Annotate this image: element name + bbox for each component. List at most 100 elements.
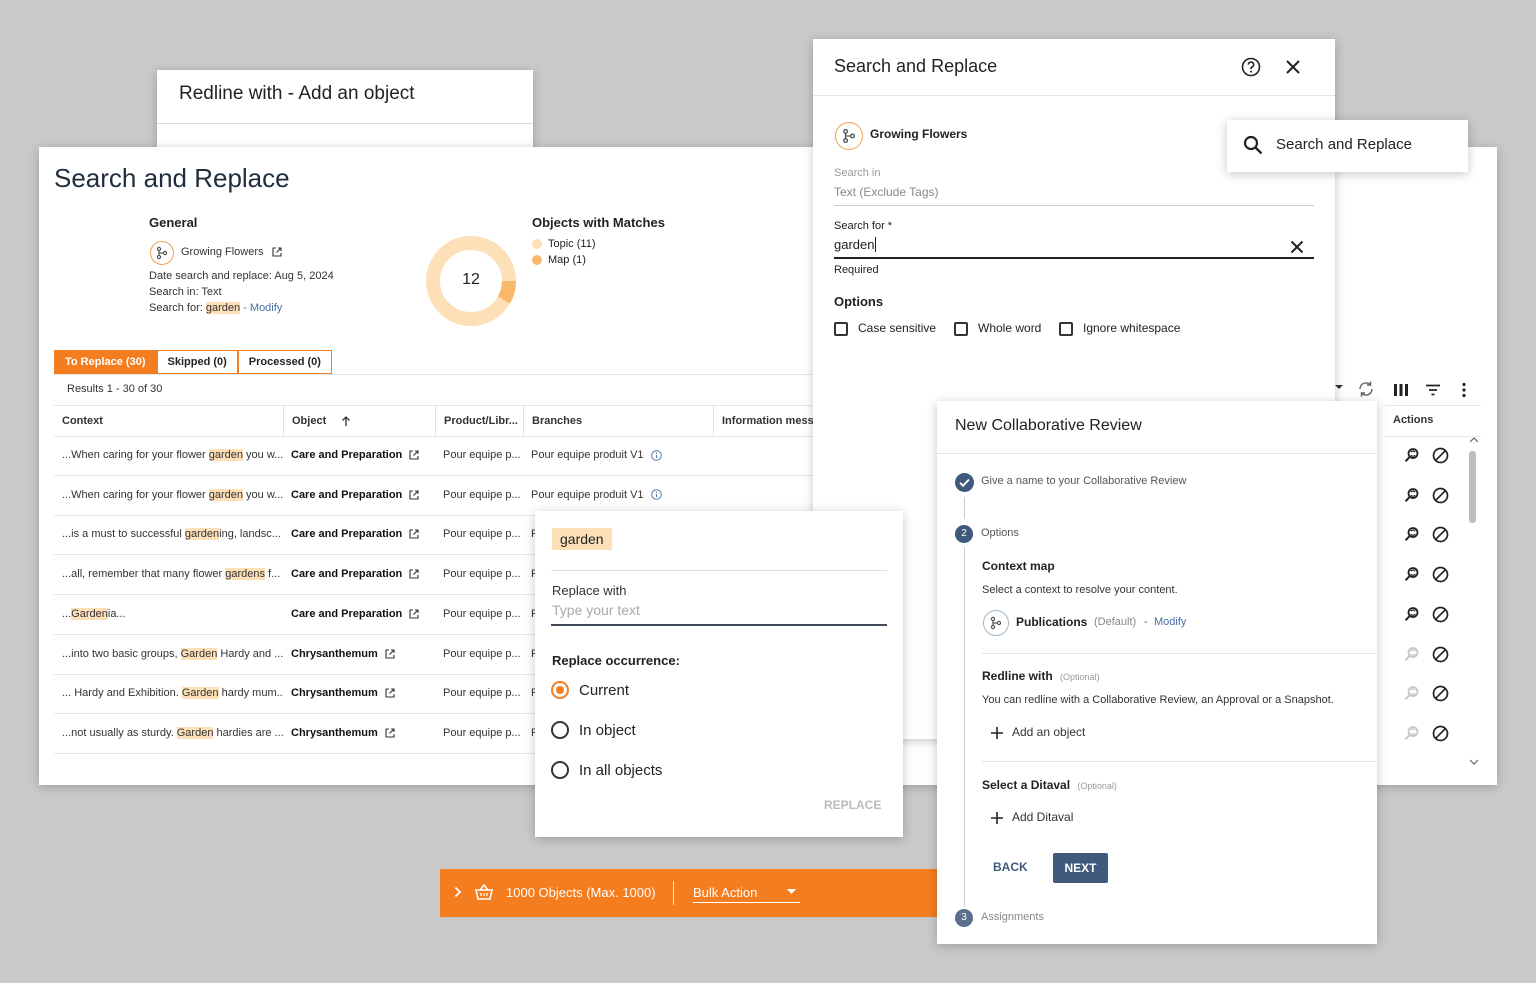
bulk-action-select[interactable]: Bulk Action (693, 885, 800, 903)
scroll-up-icon[interactable] (1470, 437, 1478, 443)
step3-label[interactable]: Assignments (981, 911, 1044, 923)
replace-button[interactable]: REPLACE (824, 798, 881, 812)
modify-link[interactable]: Modify (1154, 616, 1186, 628)
option-ignore-whitespace[interactable]: Ignore whitespace (1059, 321, 1180, 336)
chevron-right-icon[interactable] (454, 886, 462, 898)
find-replace-icon[interactable] (1404, 447, 1420, 463)
more-vertical-icon[interactable] (1461, 382, 1467, 398)
filter-icon[interactable] (1425, 384, 1441, 396)
dropdown-caret-icon[interactable] (1335, 383, 1343, 391)
object-link[interactable]: Care and Preparation (291, 489, 402, 501)
find-replace-icon[interactable] (1404, 526, 1420, 542)
info-icon[interactable] (650, 489, 662, 501)
object-cell[interactable]: Care and Preparation (283, 476, 435, 515)
column-branches[interactable]: Branches (523, 406, 713, 436)
find-replace-icon[interactable] (1404, 725, 1420, 741)
tab-skipped[interactable]: Skipped (0) (156, 350, 238, 374)
object-cell[interactable]: Care and Preparation (283, 436, 435, 475)
scroll-down-icon[interactable] (1470, 759, 1478, 765)
publication-name[interactable]: Growing Flowers (181, 246, 282, 258)
skip-icon[interactable] (1432, 646, 1449, 663)
sort-ascending-icon[interactable] (341, 415, 351, 427)
option-label: Ignore whitespace (1083, 321, 1181, 335)
table-row[interactable]: ...When caring for your flower garden yo… (54, 476, 844, 516)
column-context[interactable]: Context (54, 406, 283, 436)
external-link-icon[interactable] (409, 529, 419, 540)
find-replace-icon[interactable] (1404, 685, 1420, 701)
skip-icon[interactable] (1432, 725, 1449, 742)
checkbox[interactable] (1059, 321, 1073, 336)
replace-with-input[interactable]: Type your text (552, 602, 886, 624)
external-link-icon[interactable] (385, 649, 395, 659)
object-cell[interactable]: Care and Preparation (283, 555, 435, 594)
option-whole-word[interactable]: Whole word (954, 321, 1041, 336)
back-button[interactable]: BACK (993, 860, 1028, 874)
external-link-icon[interactable] (409, 490, 419, 500)
object-link[interactable]: Care and Preparation (291, 568, 402, 580)
product-cell: Pour equipe p... (443, 647, 521, 660)
object-link[interactable]: Care and Preparation (291, 608, 402, 620)
object-cell[interactable]: Chrysanthemum (283, 635, 435, 674)
object-cell[interactable]: Care and Preparation (283, 595, 435, 634)
object-link[interactable]: Care and Preparation (291, 449, 402, 461)
skip-icon[interactable] (1432, 566, 1449, 583)
object-cell[interactable]: Chrysanthemum (283, 714, 435, 753)
option-case-sensitive[interactable]: Case sensitive (834, 321, 936, 336)
object-link[interactable]: Chrysanthemum (291, 648, 378, 660)
search-icon (1243, 135, 1263, 155)
radio-button[interactable] (551, 681, 569, 699)
search-for-input[interactable]: garden (834, 237, 877, 252)
object-link[interactable]: Chrysanthemum (291, 727, 378, 739)
checkbox[interactable] (834, 321, 848, 336)
table-scrollbar[interactable] (1467, 437, 1478, 767)
object-cell[interactable]: Chrysanthemum (283, 674, 435, 713)
object-link[interactable]: Care and Preparation (291, 528, 402, 540)
separator: - (1144, 616, 1148, 628)
external-link-icon[interactable] (272, 247, 282, 257)
checkbox[interactable] (954, 321, 968, 336)
radio-in-all-objects[interactable]: In all objects (551, 759, 662, 781)
external-link-icon[interactable] (409, 450, 419, 460)
add-object-button[interactable]: Add an object (991, 725, 1085, 739)
find-replace-icon[interactable] (1404, 646, 1420, 662)
column-product[interactable]: Product/Libr... (435, 406, 523, 436)
step1-label[interactable]: Give a name to your Collaborative Review (981, 475, 1186, 487)
skip-icon[interactable] (1432, 685, 1449, 702)
scrollbar-thumb[interactable] (1469, 451, 1476, 523)
radio-in-object[interactable]: In object (551, 719, 636, 741)
skip-icon[interactable] (1432, 526, 1449, 543)
radio-button[interactable] (551, 721, 569, 739)
add-ditaval-button[interactable]: Add Ditaval (991, 810, 1073, 824)
search-replace-menu-item[interactable]: Search and Replace (1227, 120, 1468, 172)
skip-icon[interactable] (1432, 606, 1449, 623)
find-replace-icon[interactable] (1404, 487, 1420, 503)
search-in-field[interactable]: Text (Exclude Tags) (834, 185, 939, 199)
radio-button[interactable] (551, 761, 569, 779)
help-icon[interactable] (1241, 57, 1261, 77)
modify-link[interactable]: - Modify (240, 302, 282, 314)
legend-map-label: Map (1) (548, 254, 586, 266)
external-link-icon[interactable] (385, 688, 395, 698)
external-link-icon[interactable] (409, 569, 419, 579)
divider (937, 453, 1377, 454)
clear-input-icon[interactable] (1290, 240, 1304, 254)
object-cell[interactable]: Care and Preparation (283, 515, 435, 554)
find-replace-icon[interactable] (1404, 606, 1420, 622)
find-replace-icon[interactable] (1404, 566, 1420, 582)
skip-icon[interactable] (1432, 447, 1449, 464)
next-button[interactable]: NEXT (1053, 853, 1108, 883)
tab-processed[interactable]: Processed (0) (237, 350, 332, 374)
external-link-icon[interactable] (409, 609, 419, 619)
step2-label[interactable]: Options (981, 527, 1019, 539)
object-link[interactable]: Chrysanthemum (291, 687, 378, 699)
tab-to-replace[interactable]: To Replace (30) (54, 350, 157, 374)
info-icon[interactable] (650, 449, 662, 461)
close-icon[interactable] (1285, 59, 1301, 75)
radio-current[interactable]: Current (551, 679, 629, 701)
skip-icon[interactable] (1432, 487, 1449, 504)
refresh-icon[interactable] (1357, 380, 1375, 398)
external-link-icon[interactable] (385, 728, 395, 738)
table-row[interactable]: ...When caring for your flower garden yo… (54, 436, 844, 476)
column-object[interactable]: Object (283, 406, 435, 436)
columns-icon[interactable] (1393, 383, 1409, 397)
